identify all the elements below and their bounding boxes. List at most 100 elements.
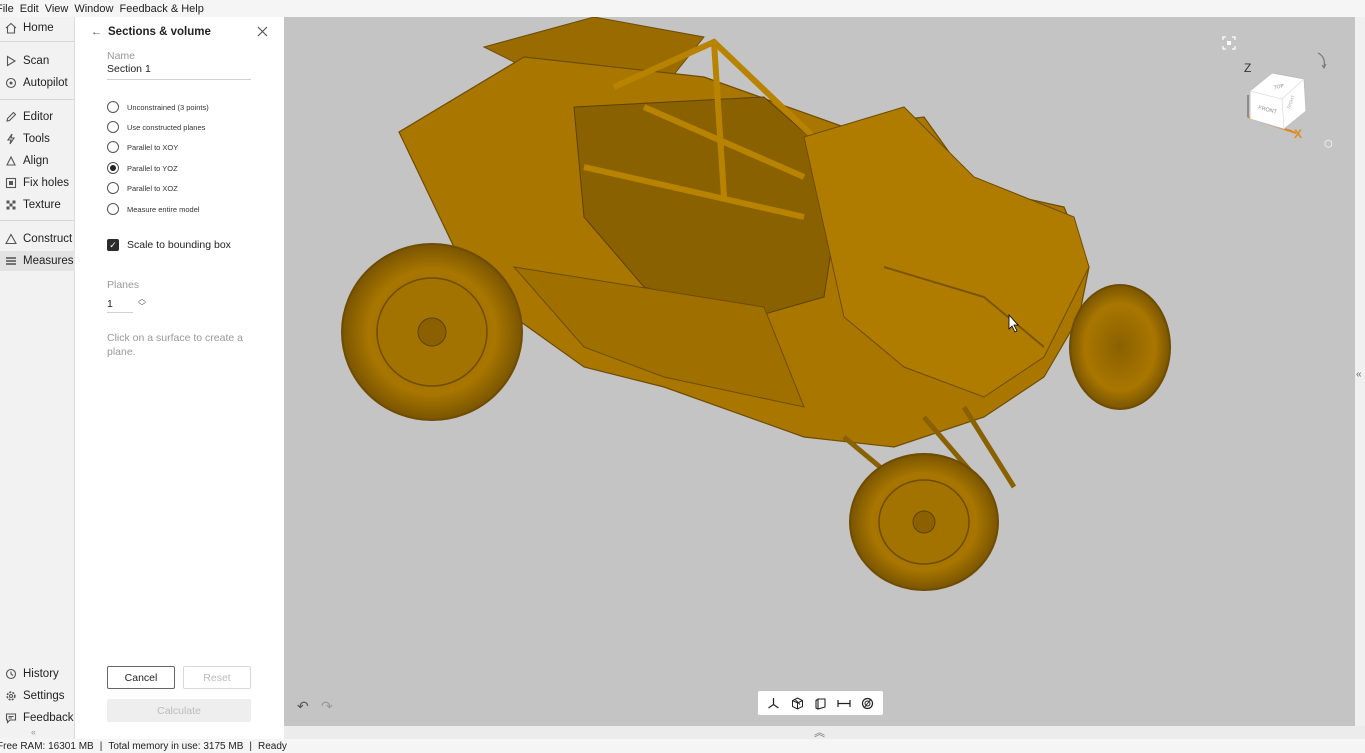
free-ram-status: Free RAM: 16301 MB: [0, 740, 94, 752]
texture-icon: [4, 198, 18, 212]
panel-title: Sections & volume: [108, 26, 211, 38]
view-cube[interactable]: Z X TOP FRONT RIGHT: [1234, 45, 1334, 140]
radio-circle: [107, 182, 119, 194]
reset-button[interactable]: Reset: [183, 666, 251, 689]
radio-parallel-xoy[interactable]: Parallel to XOY: [107, 141, 178, 153]
hint-text: Click on a surface to create a plane.: [107, 332, 243, 358]
total-memory-status: Total memory in use: 3175 MB: [108, 740, 244, 752]
radio-label: Parallel to XOZ: [127, 183, 178, 193]
name-field[interactable]: Section 1: [107, 63, 251, 80]
name-label: Name: [107, 50, 136, 62]
nav-divider: [0, 220, 74, 221]
radio-circle: [107, 121, 119, 133]
double-chevron-up-icon[interactable]: ︽: [814, 724, 825, 740]
feedback-icon: [4, 711, 18, 725]
axes-icon[interactable]: [765, 694, 783, 712]
planes-stepper[interactable]: ︿ ﹀: [137, 295, 147, 311]
menu-edit[interactable]: Edit: [20, 3, 39, 15]
nav-collapse-icon[interactable]: «: [31, 727, 36, 737]
nav-item-construct[interactable]: Construct: [0, 229, 75, 249]
nav-item-autopilot[interactable]: Autopilot: [0, 73, 75, 93]
menu-file[interactable]: File: [0, 3, 14, 15]
section-icon[interactable]: [858, 694, 876, 712]
history-icon: [4, 667, 18, 681]
close-icon[interactable]: [255, 25, 269, 39]
radio-unconstrained[interactable]: Unconstrained (3 points): [107, 101, 209, 113]
double-chevron-left-icon[interactable]: «: [1356, 369, 1362, 380]
nav-item-measures[interactable]: Measures: [0, 251, 75, 271]
nav-label-measures: Measures: [23, 255, 74, 267]
cancel-button[interactable]: Cancel: [107, 666, 175, 689]
radio-label: Unconstrained (3 points): [127, 102, 209, 112]
left-nav: Home Scan Autopilot Editor Tools Align F…: [0, 17, 75, 739]
radio-circle: [107, 141, 119, 153]
home-view-icon[interactable]: ⬡: [1324, 139, 1333, 150]
right-panel-toggle[interactable]: «: [1355, 17, 1365, 726]
nav-label-tools: Tools: [23, 133, 50, 145]
nav-item-home[interactable]: Home: [0, 18, 75, 38]
fit-view-icon[interactable]: [1222, 36, 1236, 50]
lightning-icon: [4, 132, 18, 146]
menu-bar: File Edit View Window Feedback & Help: [0, 0, 1365, 17]
buggy-model[interactable]: [284, 17, 1355, 726]
menu-feedback-help[interactable]: Feedback & Help: [119, 3, 203, 15]
nav-item-align[interactable]: Align: [0, 151, 75, 171]
nav-item-history[interactable]: History: [0, 664, 75, 684]
nav-label-history: History: [23, 668, 59, 680]
nav-divider: [0, 99, 74, 100]
status-separator: |: [249, 740, 252, 752]
radio-circle-checked: [107, 162, 119, 174]
play-icon: [4, 54, 18, 68]
app-window: File Edit View Window Feedback & Help Ho…: [0, 0, 1365, 753]
chevron-down-icon[interactable]: ﹀: [137, 303, 147, 311]
calculate-button[interactable]: Calculate: [107, 699, 251, 722]
home-icon: [4, 21, 18, 35]
planes-label: Planes: [107, 279, 140, 291]
radio-circle: [107, 101, 119, 113]
solid-icon[interactable]: [811, 694, 829, 712]
pencil-icon: [4, 110, 18, 124]
radio-parallel-yoz[interactable]: Parallel to YOZ: [107, 162, 178, 174]
mesh-icon[interactable]: [788, 694, 806, 712]
nav-label-autopilot: Autopilot: [23, 77, 68, 89]
nav-item-fix-holes[interactable]: Fix holes: [0, 173, 75, 193]
checkmark-icon: ✓: [107, 239, 119, 251]
triangle-icon: [4, 232, 18, 246]
nav-item-scan[interactable]: Scan: [0, 51, 75, 71]
bottom-panel-toggle[interactable]: ︽: [284, 726, 1365, 739]
nav-item-feedback[interactable]: Feedback: [0, 708, 75, 728]
radio-parallel-xoz[interactable]: Parallel to XOZ: [107, 182, 178, 194]
nav-label-editor: Editor: [23, 111, 54, 123]
menu-view[interactable]: View: [45, 3, 69, 15]
axis-z-label: Z: [1244, 61, 1251, 75]
measures-icon: [4, 254, 18, 268]
nav-label-scan: Scan: [23, 55, 50, 67]
nav-item-tools[interactable]: Tools: [0, 129, 75, 149]
checkbox-label: Scale to bounding box: [127, 239, 231, 251]
planes-input[interactable]: 1: [107, 298, 133, 313]
axis-x-label: X: [1294, 127, 1302, 140]
radio-measure-entire-model[interactable]: Measure entire model: [107, 203, 200, 215]
undo-icon[interactable]: ↶: [297, 698, 309, 715]
fix-holes-icon: [4, 176, 18, 190]
redo-icon[interactable]: ↷: [321, 698, 333, 715]
autopilot-icon: [4, 76, 18, 90]
menu-window[interactable]: Window: [74, 3, 113, 15]
nav-divider: [0, 41, 74, 42]
nav-label-feedback: Feedback: [23, 712, 74, 724]
radio-circle: [107, 203, 119, 215]
nav-label-home: Home: [23, 22, 54, 34]
nav-item-editor[interactable]: Editor: [0, 107, 75, 127]
nav-item-texture[interactable]: Texture: [0, 195, 75, 215]
nav-label-fix-holes: Fix holes: [23, 177, 70, 189]
nav-label-align: Align: [23, 155, 49, 167]
radio-use-constructed-planes[interactable]: Use constructed planes: [107, 121, 205, 133]
nav-label-texture: Texture: [23, 199, 61, 211]
back-arrow-icon[interactable]: ←: [91, 26, 102, 38]
nav-item-settings[interactable]: Settings: [0, 686, 75, 706]
radio-label: Parallel to XOY: [127, 142, 179, 152]
align-icon: [4, 154, 18, 168]
3d-viewport[interactable]: Z X TOP FRONT RIGHT ⬡: [284, 17, 1355, 726]
measure-distance-icon[interactable]: [835, 694, 853, 712]
scale-to-bounding-box-checkbox[interactable]: ✓ Scale to bounding box: [107, 239, 231, 251]
